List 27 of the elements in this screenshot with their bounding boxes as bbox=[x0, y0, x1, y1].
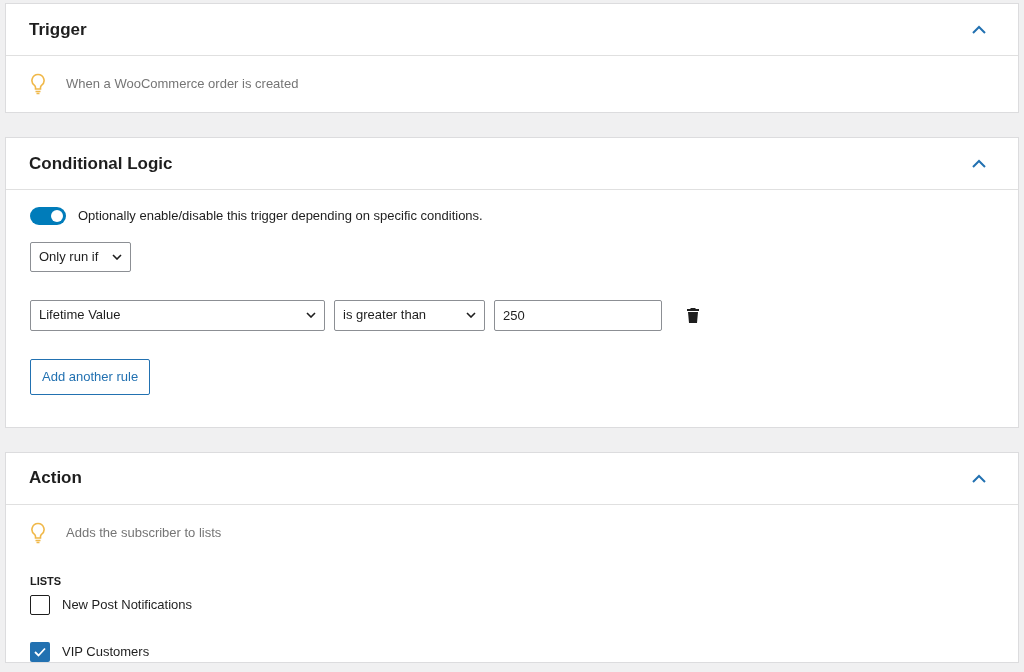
caret-icon bbox=[112, 253, 123, 260]
field-select[interactable]: Lifetime Value bbox=[30, 299, 325, 331]
list-label: New Post Notifications bbox=[62, 596, 193, 615]
trash-icon[interactable] bbox=[687, 307, 699, 323]
lightbulb-icon bbox=[30, 73, 46, 95]
operator-select[interactable]: is greater than bbox=[334, 299, 485, 331]
lists-label: LISTS bbox=[30, 573, 63, 589]
toggle-label: Optionally enable/disable this trigger depending on specific conditions. bbox=[78, 207, 483, 225]
caret-icon bbox=[466, 312, 476, 318]
caret-icon bbox=[306, 312, 316, 318]
panel-title: Conditional Logic bbox=[29, 152, 173, 175]
value-input[interactable]: 250 bbox=[494, 299, 662, 331]
panel-title: Trigger bbox=[29, 18, 87, 41]
hint-text: Adds the subscriber to lists bbox=[66, 523, 222, 542]
panel-title: Action bbox=[29, 467, 82, 490]
add-rule-button[interactable]: Add another rule bbox=[30, 358, 151, 395]
checkbox[interactable] bbox=[30, 642, 50, 662]
checkbox[interactable] bbox=[30, 595, 50, 615]
lightbulb-icon bbox=[30, 521, 46, 544]
toggle-switch[interactable] bbox=[30, 206, 66, 225]
list-label: VIP Customers bbox=[62, 643, 150, 662]
mode-select[interactable]: Only run if bbox=[30, 241, 132, 272]
hint-text: When a WooCommerce order is created bbox=[66, 75, 299, 94]
chevron-up-icon[interactable] bbox=[972, 159, 986, 168]
chevron-up-icon[interactable] bbox=[972, 25, 986, 34]
chevron-up-icon[interactable] bbox=[972, 473, 986, 483]
checkmark-icon bbox=[34, 647, 46, 657]
